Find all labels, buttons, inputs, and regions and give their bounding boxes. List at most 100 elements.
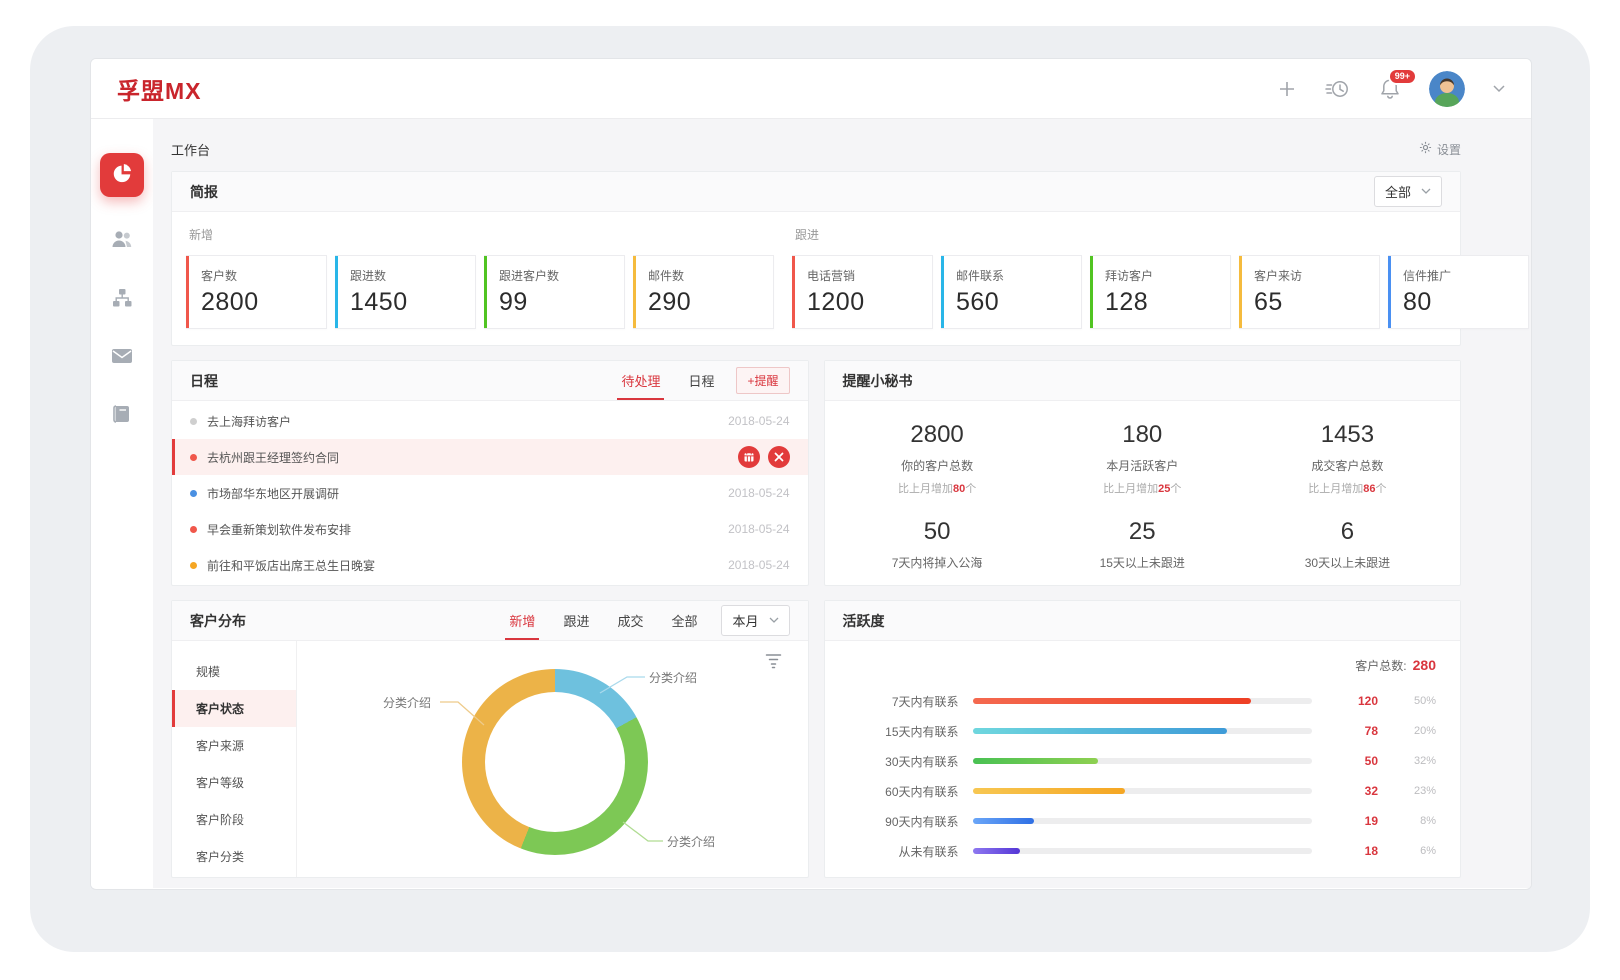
card-accent-bar xyxy=(335,256,338,328)
sidebar-item-organization[interactable] xyxy=(110,286,134,315)
card-label: 客户来访 xyxy=(1254,267,1371,284)
org-structure-icon xyxy=(110,286,134,315)
distribution-header: 客户分布 新增跟进成交全部 本月 xyxy=(172,601,808,641)
sidebar-item-customers[interactable] xyxy=(109,227,135,256)
schedule-item[interactable]: 早会重新策划软件发布安排 2018-05-24 xyxy=(172,511,808,547)
bar-track xyxy=(973,848,1313,854)
reminder-stat: 50 7天内将掉入公海 xyxy=(835,518,1040,571)
briefing-group: 新增 客户数 2800 跟进数 1450 跟进客户数 99 邮件数 290 xyxy=(186,224,774,329)
stat-label: 成交客户总数 xyxy=(1245,457,1450,474)
bar-label: 30天内有联系 xyxy=(849,753,959,770)
main-content: 工作台 设置 简报 全部 xyxy=(153,119,1531,888)
briefing-filter-dropdown[interactable]: 全部 xyxy=(1374,176,1442,207)
card-label: 邮件联系 xyxy=(956,267,1073,284)
distribution-period-dropdown[interactable]: 本月 xyxy=(721,605,789,636)
calendar-icon[interactable] xyxy=(738,446,760,468)
settings-button[interactable]: 设置 xyxy=(1419,141,1461,158)
distribution-menu-item[interactable]: 客户来源 xyxy=(172,727,296,764)
stat-label: 你的客户总数 xyxy=(835,457,1040,474)
briefing-filter-value: 全部 xyxy=(1385,182,1411,201)
tab-0[interactable]: 新增 xyxy=(495,601,549,640)
card-label: 客户数 xyxy=(201,267,318,284)
bar-fill xyxy=(973,758,1099,764)
bar-percent: 20% xyxy=(1378,725,1436,737)
sidebar-item-mail[interactable] xyxy=(109,345,135,372)
stat-label: 30天以上未跟进 xyxy=(1245,554,1450,571)
distribution-period-value: 本月 xyxy=(732,611,758,630)
donut-segment-label: 分类介绍 xyxy=(383,694,431,711)
filter-funnel-icon[interactable] xyxy=(765,653,782,674)
status-dot xyxy=(190,418,197,425)
gear-icon xyxy=(1419,141,1432,157)
sidebar-item-dashboard[interactable] xyxy=(100,153,144,197)
bell-icon[interactable]: 99+ xyxy=(1379,77,1401,101)
reminder-stat: 6 30天以上未跟进 xyxy=(1245,518,1450,571)
workbench-bar: 工作台 设置 xyxy=(171,133,1461,165)
tab-3[interactable]: 全部 xyxy=(657,601,711,640)
reminder-stat: 25 15天以上未跟进 xyxy=(1040,518,1245,571)
schedule-item[interactable]: 去上海拜访客户 2018-05-24 xyxy=(172,403,808,439)
avatar[interactable] xyxy=(1429,71,1465,107)
distribution-menu: 规模客户状态客户来源客户等级客户阶段客户分类 xyxy=(172,641,297,877)
stat-label: 7天内将掉入公海 xyxy=(835,554,1040,571)
schedule-item-text: 前往和平饭店出席王总生日晚宴 xyxy=(207,557,375,574)
card-accent-bar xyxy=(1090,256,1093,328)
bar-fill xyxy=(973,728,1228,734)
tab-0[interactable]: 待处理 xyxy=(607,361,674,400)
schedule-item-text: 早会重新策划软件发布安排 xyxy=(207,521,351,538)
stat-value: 25 xyxy=(1040,518,1245,546)
reminder-stat: 180 本月活跃客户 比上月增加25个 xyxy=(1040,421,1245,496)
reminder-header: 提醒小秘书 xyxy=(825,361,1461,401)
schedule-item[interactable]: 去杭州跟王经理签约合同 xyxy=(172,439,808,475)
header-actions: 99+ xyxy=(1277,71,1505,107)
distribution-menu-item[interactable]: 规模 xyxy=(172,653,296,690)
schedule-item[interactable]: 前往和平饭店出席王总生日晚宴 2018-05-24 xyxy=(172,547,808,583)
bar-fill xyxy=(973,698,1251,704)
bar-value: 18 xyxy=(1312,844,1378,858)
donut-segment-label: 分类介绍 xyxy=(649,669,697,686)
card-accent-bar xyxy=(1388,256,1391,328)
sidebar-item-notebook[interactable] xyxy=(110,402,134,431)
bar-fill xyxy=(973,818,1034,824)
mail-icon xyxy=(109,345,135,372)
bar-label: 60天内有联系 xyxy=(849,783,959,800)
schedule-item[interactable]: 市场部华东地区开展调研 2018-05-24 xyxy=(172,475,808,511)
bar-track xyxy=(973,728,1313,734)
card-value: 1450 xyxy=(350,288,467,317)
plus-icon[interactable] xyxy=(1277,79,1297,99)
activity-header: 活跃度 xyxy=(825,601,1461,641)
bar-label: 90天内有联系 xyxy=(849,813,959,830)
activity-title: 活跃度 xyxy=(843,611,885,631)
distribution-menu-item[interactable]: 客户状态 xyxy=(172,690,296,727)
stat-label: 本月活跃客户 xyxy=(1040,457,1245,474)
briefing-groups: 新增 客户数 2800 跟进数 1450 跟进客户数 99 邮件数 290 跟进… xyxy=(186,224,1446,329)
app-body: 工作台 设置 简报 全部 xyxy=(91,119,1531,888)
distribution-body: 规模客户状态客户来源客户等级客户阶段客户分类 xyxy=(172,641,808,877)
donut-segment-label: 分类介绍 xyxy=(667,833,715,850)
distribution-panel: 客户分布 新增跟进成交全部 本月 规模客户状态客户来源客户等级客户阶段客户分类 xyxy=(171,600,809,878)
distribution-menu-item[interactable]: 客户分类 xyxy=(172,838,296,875)
close-icon[interactable] xyxy=(768,446,790,468)
tab-1[interactable]: 跟进 xyxy=(549,601,603,640)
activity-bar-row: 60天内有联系 32 23% xyxy=(849,776,1437,806)
bar-percent: 32% xyxy=(1378,755,1436,767)
card-accent-bar xyxy=(792,256,795,328)
briefing-card: 客户来访 65 xyxy=(1239,255,1380,329)
tab-2[interactable]: 成交 xyxy=(603,601,657,640)
tab-1[interactable]: 日程 xyxy=(674,361,728,400)
history-icon[interactable] xyxy=(1325,77,1351,101)
briefing-group-label: 新增 xyxy=(189,226,774,243)
bar-percent: 8% xyxy=(1378,815,1436,827)
status-dot xyxy=(190,454,197,461)
side-nav xyxy=(91,119,153,888)
donut-ring xyxy=(462,669,648,855)
add-reminder-button[interactable]: +提醒 xyxy=(736,367,789,394)
schedule-item-actions xyxy=(738,446,790,468)
chevron-down-icon[interactable] xyxy=(1493,85,1505,93)
activity-bar-row: 90天内有联系 19 8% xyxy=(849,806,1437,836)
reminder-title: 提醒小秘书 xyxy=(843,371,913,391)
card-value: 80 xyxy=(1403,288,1520,317)
briefing-card: 邮件数 290 xyxy=(633,255,774,329)
distribution-menu-item[interactable]: 客户等级 xyxy=(172,764,296,801)
distribution-menu-item[interactable]: 客户阶段 xyxy=(172,801,296,838)
